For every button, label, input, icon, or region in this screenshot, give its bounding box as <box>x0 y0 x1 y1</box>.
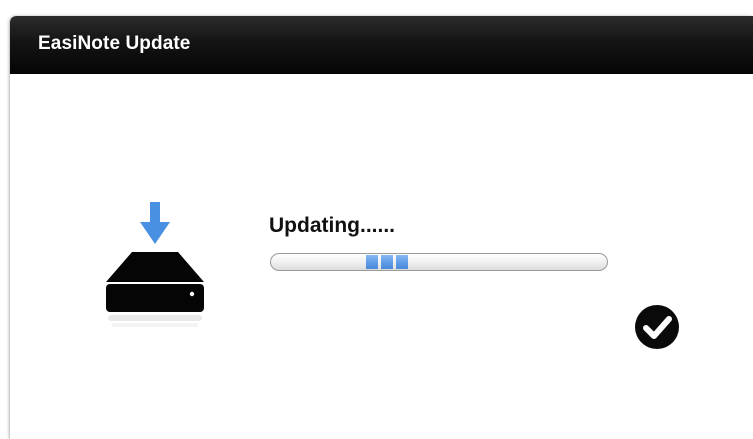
drive-led <box>189 291 195 297</box>
arrow-head <box>140 222 170 244</box>
status-text: Updating...... <box>269 214 395 237</box>
progress-block <box>366 255 378 269</box>
title-bar: EasiNote Update <box>10 16 753 74</box>
progress-indicator <box>366 255 408 269</box>
window-title: EasiNote Update <box>38 33 191 54</box>
progress-bar <box>270 253 608 271</box>
progress-block <box>381 255 393 269</box>
update-window: EasiNote Update Updating...... <box>10 16 753 439</box>
progress-block <box>396 255 408 269</box>
drive-front <box>106 284 204 312</box>
arrow-shaft <box>150 202 160 222</box>
hard-drive-download-icon <box>106 202 210 338</box>
screen: EasiNote Update Updating...... <box>0 0 753 439</box>
checkmark-circle-icon[interactable] <box>635 305 679 349</box>
drive-top <box>106 252 204 282</box>
drive-reflection <box>108 315 202 321</box>
drive-reflection-fade <box>112 323 198 327</box>
